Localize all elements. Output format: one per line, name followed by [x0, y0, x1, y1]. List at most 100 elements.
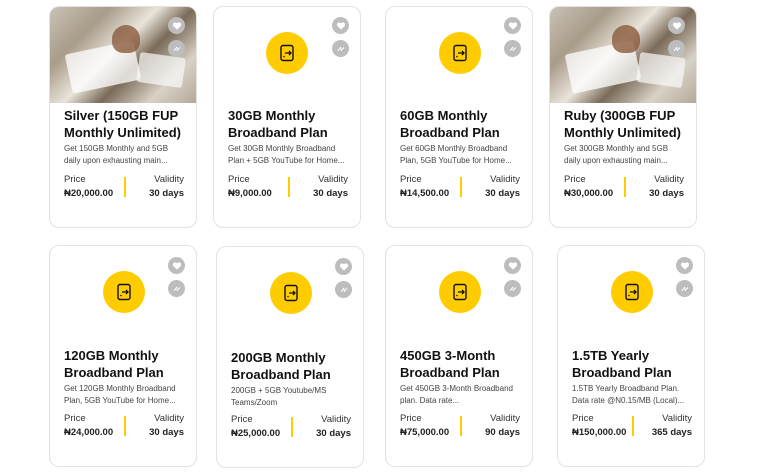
plan-title: 200GB Monthly Broadband Plan: [231, 350, 331, 382]
plan-description: Get 150GB Monthly and 5GB daily upon exh…: [64, 144, 169, 165]
compare-arrows-icon: [173, 286, 180, 291]
plan-title: Silver (150GB FUP Monthly Unlimited): [64, 108, 181, 140]
compare-arrows-icon: [681, 286, 688, 291]
divider: [288, 177, 290, 197]
price-value: ₦150,000.00: [572, 427, 627, 438]
favorite-button[interactable]: [676, 257, 693, 274]
price-value: ₦9,000.00: [228, 188, 272, 199]
divider: [124, 177, 126, 197]
validity-label: Validity: [490, 413, 520, 424]
validity-label: Validity: [318, 174, 348, 185]
validity-value: 30 days: [649, 188, 684, 199]
heart-icon: [508, 261, 517, 270]
favorite-button[interactable]: [504, 257, 521, 274]
divider: [632, 416, 634, 436]
heart-icon: [672, 21, 681, 30]
price-label: Price: [64, 413, 86, 424]
validity-label: Validity: [321, 414, 351, 425]
price-value: ₦20,000.00: [64, 188, 114, 199]
price-label: Price: [572, 413, 594, 424]
price-value: ₦25,000.00: [231, 428, 281, 439]
compare-button[interactable]: [676, 280, 693, 297]
plan-card[interactable]: Silver (150GB FUP Monthly Unlimited) Get…: [49, 6, 197, 228]
validity-value: 90 days: [485, 427, 520, 438]
favorite-button[interactable]: [332, 17, 349, 34]
plan-description: Get 300GB Monthly and 5GB daily upon exh…: [564, 144, 669, 165]
heart-icon: [172, 261, 181, 270]
validity-label: Validity: [154, 174, 184, 185]
validity-value: 30 days: [485, 188, 520, 199]
divider: [291, 417, 293, 437]
plan-title: 450GB 3-Month Broadband Plan: [400, 348, 500, 380]
plan-title: 30GB Monthly Broadband Plan: [228, 108, 328, 140]
compare-arrows-icon: [509, 286, 516, 291]
price-value: ₦75,000.00: [400, 427, 450, 438]
validity-label: Validity: [154, 413, 184, 424]
heart-icon: [508, 21, 517, 30]
price-value: ₦24,000.00: [64, 427, 114, 438]
plan-description: Get 30GB Monthly Broadband Plan + 5GB Yo…: [228, 144, 345, 165]
compare-arrows-icon: [337, 46, 344, 51]
compare-arrows-icon: [509, 46, 516, 51]
price-value: ₦14,500.00: [400, 188, 450, 199]
price-value: ₦30,000.00: [564, 188, 614, 199]
router-wifi-icon: [439, 271, 481, 313]
compare-button[interactable]: [332, 40, 349, 57]
validity-value: 30 days: [316, 428, 351, 439]
divider: [460, 416, 462, 436]
compare-arrows-icon: [173, 46, 180, 51]
divider: [460, 177, 462, 197]
compare-arrows-icon: [673, 46, 680, 51]
plan-description: 200GB + 5GB Youtube/MS Teams/Zoom: [231, 386, 327, 407]
price-label: Price: [564, 174, 586, 185]
plan-card[interactable]: 30GB Monthly Broadband Plan Get 30GB Mon…: [213, 6, 361, 228]
compare-button[interactable]: [504, 280, 521, 297]
plan-description: Get 450GB 3-Month Broadband plan. Data r…: [400, 384, 513, 405]
favorite-button[interactable]: [335, 258, 352, 275]
compare-button[interactable]: [168, 40, 185, 57]
router-wifi-icon: [611, 271, 653, 313]
plan-card[interactable]: 1.5TB Yearly Broadband Plan 1.5TB Yearly…: [557, 245, 705, 467]
compare-button[interactable]: [504, 40, 521, 57]
compare-button[interactable]: [668, 40, 685, 57]
price-label: Price: [228, 174, 250, 185]
plan-title: Ruby (300GB FUP Monthly Unlimited): [564, 108, 681, 140]
price-label: Price: [400, 174, 422, 185]
favorite-button[interactable]: [504, 17, 521, 34]
validity-label: Validity: [662, 413, 692, 424]
plan-description: Get 120GB Monthly Broadband Plan, 5GB Yo…: [64, 384, 176, 405]
compare-button[interactable]: [335, 281, 352, 298]
plan-title: 60GB Monthly Broadband Plan: [400, 108, 500, 140]
plan-card[interactable]: Ruby (300GB FUP Monthly Unlimited) Get 3…: [549, 6, 697, 228]
price-label: Price: [231, 414, 253, 425]
validity-value: 30 days: [149, 188, 184, 199]
plan-card[interactable]: 120GB Monthly Broadband Plan Get 120GB M…: [49, 245, 197, 467]
validity-value: 30 days: [149, 427, 184, 438]
divider: [624, 177, 626, 197]
heart-icon: [336, 21, 345, 30]
heart-icon: [339, 262, 348, 271]
validity-value: 365 days: [651, 427, 692, 438]
plan-card[interactable]: 200GB Monthly Broadband Plan 200GB + 5GB…: [216, 246, 364, 468]
plan-card[interactable]: 450GB 3-Month Broadband Plan Get 450GB 3…: [385, 245, 533, 467]
favorite-button[interactable]: [168, 17, 185, 34]
favorite-button[interactable]: [668, 17, 685, 34]
compare-arrows-icon: [340, 287, 347, 292]
plan-description: 1.5TB Yearly Broadband Plan. Data rate @…: [572, 384, 685, 405]
price-label: Price: [400, 413, 422, 424]
heart-icon: [172, 21, 181, 30]
router-wifi-icon: [439, 32, 481, 74]
plan-description: Get 60GB Monthly Broadband Plan, 5GB You…: [400, 144, 512, 165]
favorite-button[interactable]: [168, 257, 185, 274]
compare-button[interactable]: [168, 280, 185, 297]
validity-label: Validity: [654, 174, 684, 185]
validity-label: Validity: [490, 174, 520, 185]
router-wifi-icon: [103, 271, 145, 313]
router-wifi-icon: [270, 272, 312, 314]
validity-value: 30 days: [313, 188, 348, 199]
plan-title: 120GB Monthly Broadband Plan: [64, 348, 164, 380]
price-label: Price: [64, 174, 86, 185]
heart-icon: [680, 261, 689, 270]
divider: [124, 416, 126, 436]
plan-card[interactable]: 60GB Monthly Broadband Plan Get 60GB Mon…: [385, 6, 533, 228]
